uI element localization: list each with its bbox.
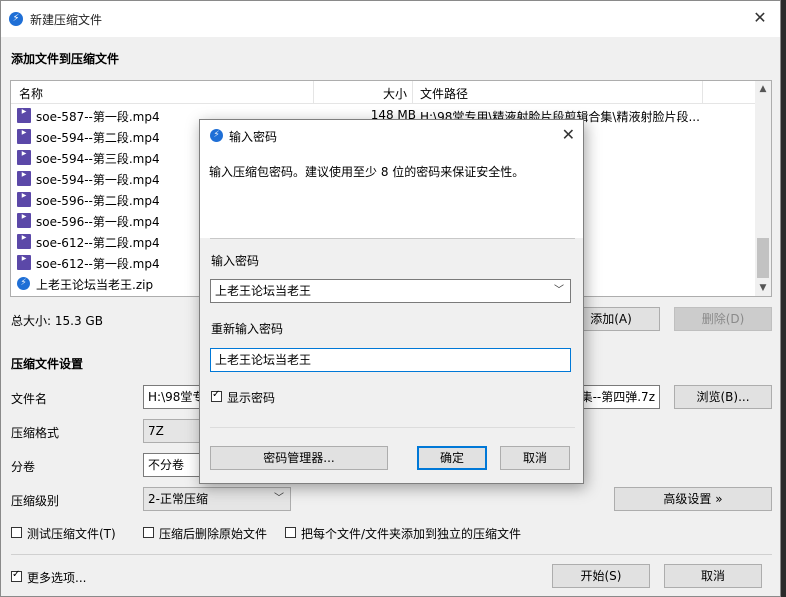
column-separator [702,81,703,103]
browse-button[interactable]: 浏览(B)... [674,385,772,409]
column-size[interactable]: 大小 [383,85,407,102]
chevron-down-icon[interactable]: ﹀ [554,280,564,302]
bandizip-icon: ⚡ [9,12,23,26]
cancel-button[interactable]: 取消 [664,564,762,588]
password-label: 输入密码 [211,254,260,268]
archive-settings-title: 压缩文件设置 [11,357,84,371]
start-button[interactable]: 开始(S) [552,564,650,588]
chevron-down-icon: ﹀ [274,493,284,504]
video-file-icon: ▶ [17,255,31,270]
more-options-label[interactable]: 更多选项... [27,569,86,586]
close-icon[interactable]: ✕ [562,125,575,144]
file-name: 上老王论坛当老王.zip [36,278,154,292]
file-list-scrollbar[interactable]: ▲ ▼ [755,81,771,296]
window-title: 新建压缩文件 [30,13,103,27]
divider [210,427,575,428]
add-files-section-title: 添加文件到压缩文件 [11,52,120,66]
scroll-down-icon[interactable]: ▼ [755,280,771,296]
video-file-icon: ▶ [17,234,31,249]
confirm-password-field[interactable]: 上老王论坛当老王 [210,348,571,372]
total-size: 总大小: 15.3 GB [11,314,103,328]
file-name: soe-594--第一段.mp4 [36,173,160,187]
format-value: 7Z [148,424,164,438]
dialog-info-panel: 输入压缩包密码。建议使用至少 8 位的密码来保证安全性。 [200,150,583,238]
level-value: 2-正常压缩 [148,492,208,506]
column-path[interactable]: 文件路径 [420,85,468,102]
dialog-cancel-button[interactable]: 取消 [500,446,570,470]
format-label: 压缩格式 [11,426,60,440]
file-list-header: 名称 大小 文件路径 [11,81,756,104]
file-name: soe-612--第二段.mp4 [36,236,160,250]
divider [11,554,772,555]
file-name: soe-594--第三段.mp4 [36,152,160,166]
video-file-icon: ▶ [17,129,31,144]
column-separator [313,81,314,103]
video-file-icon: ▶ [17,213,31,228]
advanced-settings-button[interactable]: 高级设置 » [614,487,772,511]
title-bar: ⚡ 新建压缩文件 ✕ [1,1,780,37]
close-icon[interactable]: ✕ [750,8,770,27]
delete-button[interactable]: 删除(D) [674,307,772,331]
zip-file-icon: ⚡ [17,277,30,290]
file-name: soe-596--第一段.mp4 [36,215,160,229]
ok-button[interactable]: 确定 [417,446,487,470]
delete-after-checkbox[interactable] [143,527,154,538]
filename-label: 文件名 [11,392,48,406]
level-label: 压缩级别 [11,494,60,508]
separate-archives-checkbox[interactable] [285,527,296,538]
column-name[interactable]: 名称 [19,85,43,102]
scroll-up-icon[interactable]: ▲ [755,81,771,97]
more-options-checkbox[interactable] [11,569,22,582]
password-dialog: ⚡ 输入密码 ✕ 输入压缩包密码。建议使用至少 8 位的密码来保证安全性。 输入… [199,119,584,484]
scroll-thumb[interactable] [757,238,769,278]
split-value: 不分卷 [148,458,185,472]
level-select[interactable]: 2-正常压缩 ﹀ [143,487,291,511]
confirm-password-label: 重新输入密码 [211,322,284,336]
video-file-icon: ▶ [17,171,31,186]
filename-value-left: H:\98堂专 [148,390,205,404]
dialog-info-text: 输入压缩包密码。建议使用至少 8 位的密码来保证安全性。 [209,165,525,179]
test-archive-label[interactable]: 测试压缩文件(T) [27,525,116,542]
video-file-icon: ▶ [17,108,31,123]
split-label: 分卷 [11,460,36,474]
password-value: 上老王论坛当老王 [215,284,312,298]
video-file-icon: ▶ [17,192,31,207]
password-field[interactable]: 上老王论坛当老王 ﹀ [210,279,571,303]
show-password-checkbox[interactable] [211,389,222,402]
bandizip-icon: ⚡ [210,129,223,142]
file-name: soe-587--第一段.mp4 [36,110,160,124]
video-file-icon: ▶ [17,150,31,165]
filename-value-right: 集--第四弹.7z [580,390,655,404]
password-manager-button[interactable]: 密码管理器... [210,446,388,470]
file-name: soe-594--第二段.mp4 [36,131,160,145]
dialog-title-bar: ⚡ 输入密码 ✕ [200,120,583,150]
file-name: soe-612--第一段.mp4 [36,257,160,271]
file-name: soe-596--第二段.mp4 [36,194,160,208]
divider [210,238,575,239]
confirm-password-value: 上老王论坛当老王 [215,353,312,367]
column-separator [412,81,413,103]
separate-archives-label[interactable]: 把每个文件/文件夹添加到独立的压缩文件 [301,525,521,542]
dialog-title: 输入密码 [229,130,278,144]
test-archive-checkbox[interactable] [11,527,22,538]
show-password-label[interactable]: 显示密码 [227,389,275,406]
delete-after-label[interactable]: 压缩后删除原始文件 [159,525,267,542]
